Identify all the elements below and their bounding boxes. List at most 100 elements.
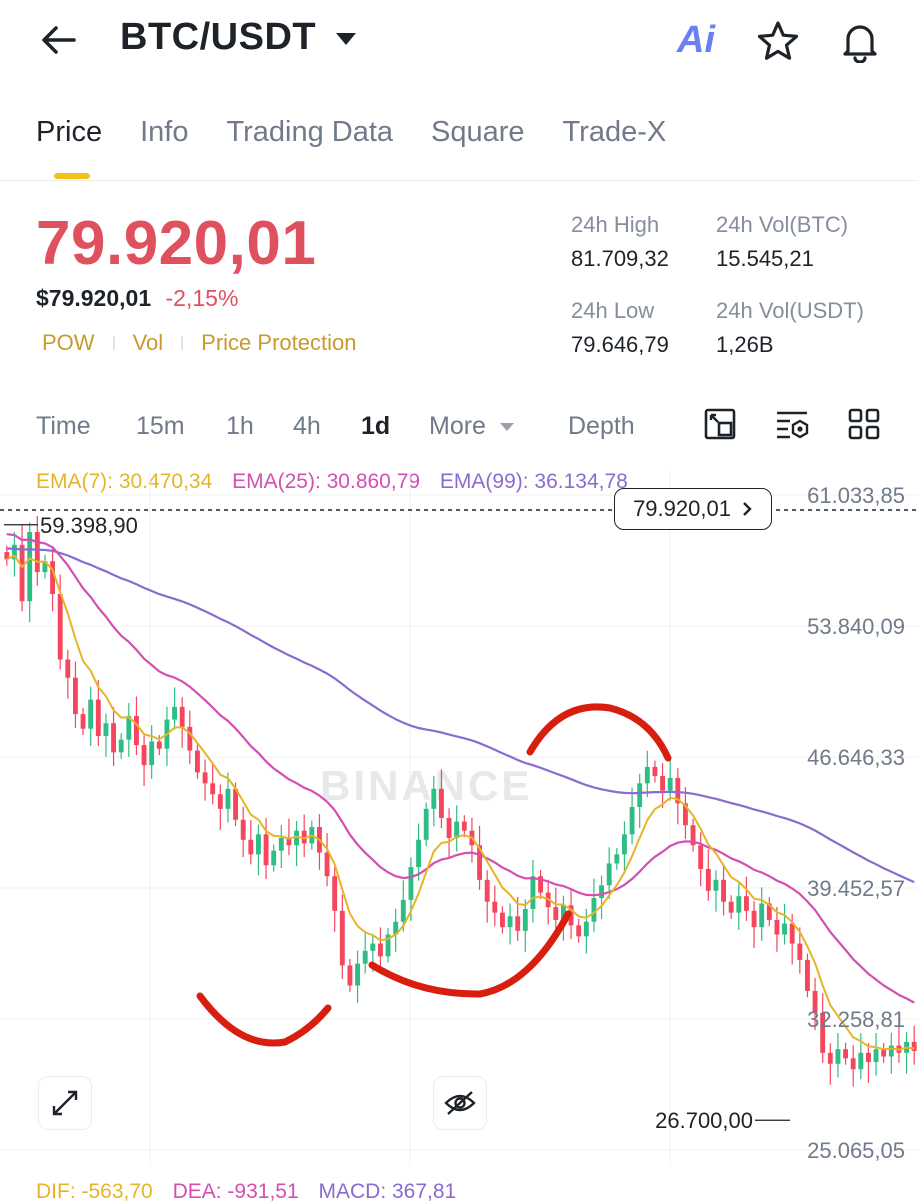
candle-body (80, 714, 86, 729)
timeframe-1h[interactable]: 1h (226, 412, 254, 441)
candle-body (637, 783, 643, 808)
candle-body (507, 916, 513, 928)
candle-body (599, 885, 605, 899)
candle-body (667, 777, 673, 791)
price-chart[interactable]: BINANCE 61.033,85 53.840,09 46.646,33 39.45… (0, 460, 918, 1180)
chart-watermark: BINANCE (320, 762, 532, 809)
timeframe-4h[interactable]: 4h (293, 412, 321, 441)
candle-body (858, 1052, 864, 1070)
candle-body (324, 852, 330, 877)
macd-legend: DIF: -563,70 DEA: -931,51 MACD: 367,81 (36, 1180, 456, 1204)
candle-body (423, 808, 429, 840)
ema99-line (6, 547, 915, 884)
annotation-arc-1 (196, 992, 332, 1047)
ai-icon: Ai (677, 18, 715, 61)
caret-down-icon (336, 32, 357, 45)
candle-body (278, 837, 284, 851)
low-marker-label: 26.700,00 (655, 1108, 753, 1133)
timeframe-more[interactable]: More (429, 412, 515, 441)
chart-fullscreen-button[interactable] (700, 404, 740, 444)
candle-body (621, 834, 627, 855)
timeframe-15m[interactable]: 15m (136, 412, 185, 441)
candle-body (629, 807, 635, 835)
candle-body (370, 943, 376, 951)
vol-btc-label: 24h Vol(BTC) (716, 212, 849, 237)
tab-info[interactable]: Info (140, 116, 188, 149)
candle-body (202, 772, 208, 784)
usd-price: $79.920,01 (36, 285, 152, 311)
vol-btc-value: 15.545,21 (716, 246, 814, 271)
candle-body (438, 788, 444, 818)
price-axis: 61.033,85 53.840,09 46.646,33 39.452,57 32.2… (807, 483, 905, 1163)
tab-trading-data[interactable]: Trading Data (226, 116, 393, 149)
depth-tab[interactable]: Depth (568, 412, 635, 441)
candle-body (782, 923, 788, 935)
tag-divider (112, 336, 115, 350)
candle-body (172, 706, 178, 720)
candle-body (461, 821, 467, 831)
tab-square[interactable]: Square (431, 116, 525, 149)
candle-body (721, 879, 727, 902)
candle-body (355, 963, 361, 986)
price-axis-label: 39.452,57 (807, 876, 905, 901)
candle-body (347, 965, 353, 986)
ai-button[interactable]: Ai (668, 16, 724, 64)
candle-body (865, 1052, 871, 1062)
tag-vol[interactable]: Vol (133, 330, 164, 356)
timeframe-1d[interactable]: 1d (361, 412, 390, 441)
candle-body (19, 544, 25, 602)
tag-divider (181, 336, 184, 350)
price-subline: $79.920,01 -2,15% (36, 285, 238, 312)
indicator-settings-button[interactable] (772, 404, 812, 444)
candle-body (522, 908, 528, 931)
tab-trade-x[interactable]: Trade-X (563, 116, 667, 149)
candle-body (652, 766, 658, 777)
candle-body (362, 950, 368, 964)
candle-body (827, 1052, 833, 1064)
alert-button[interactable] (834, 16, 886, 66)
candle-body (484, 879, 490, 902)
candle-body (850, 1058, 856, 1070)
candle-body (271, 850, 277, 866)
expand-chart-button[interactable] (38, 1076, 92, 1130)
low-label: 24h Low (571, 298, 655, 323)
indicator-settings-icon (777, 411, 809, 439)
back-arrow-icon (42, 26, 76, 54)
candle-body (377, 943, 383, 957)
section-tabs: Price Info Trading Data Square Trade-X (36, 116, 666, 149)
candle-body (835, 1049, 841, 1064)
candle-body (179, 706, 185, 727)
tab-price[interactable]: Price (36, 116, 102, 149)
candle-body (217, 794, 223, 809)
divider (0, 180, 918, 181)
candle-body (576, 925, 582, 937)
price-axis-label: 53.840,09 (807, 614, 905, 639)
tag-pow[interactable]: POW (42, 330, 95, 356)
layout-button[interactable] (844, 404, 884, 444)
candle-body (530, 876, 536, 909)
chart-fullscreen-icon (704, 408, 736, 440)
tag-price-protection[interactable]: Price Protection (201, 330, 356, 356)
grid-layout-icon (848, 408, 880, 440)
candle-body (187, 726, 193, 751)
back-button[interactable] (34, 18, 82, 62)
candle-body (705, 868, 711, 891)
high-value: 81.709,32 (571, 246, 669, 271)
candle-body (644, 766, 650, 784)
star-icon (757, 21, 799, 60)
favorite-button[interactable] (752, 16, 804, 66)
candle-body (210, 783, 216, 795)
pair-selector[interactable]: BTC/USDT (120, 16, 357, 59)
candle-body (797, 943, 803, 960)
low-value: 79.646,79 (571, 332, 669, 357)
candle-body (263, 834, 269, 866)
current-price-tag[interactable]: 79.920,01 (614, 488, 772, 530)
candle-body (339, 910, 345, 966)
candle-body (194, 750, 200, 773)
candle-body (34, 532, 40, 573)
candle-body (698, 845, 704, 869)
candle-body (57, 593, 63, 660)
candle-body (156, 741, 162, 749)
timeframe-time[interactable]: Time (36, 412, 91, 441)
hide-indicators-button[interactable] (433, 1076, 487, 1130)
